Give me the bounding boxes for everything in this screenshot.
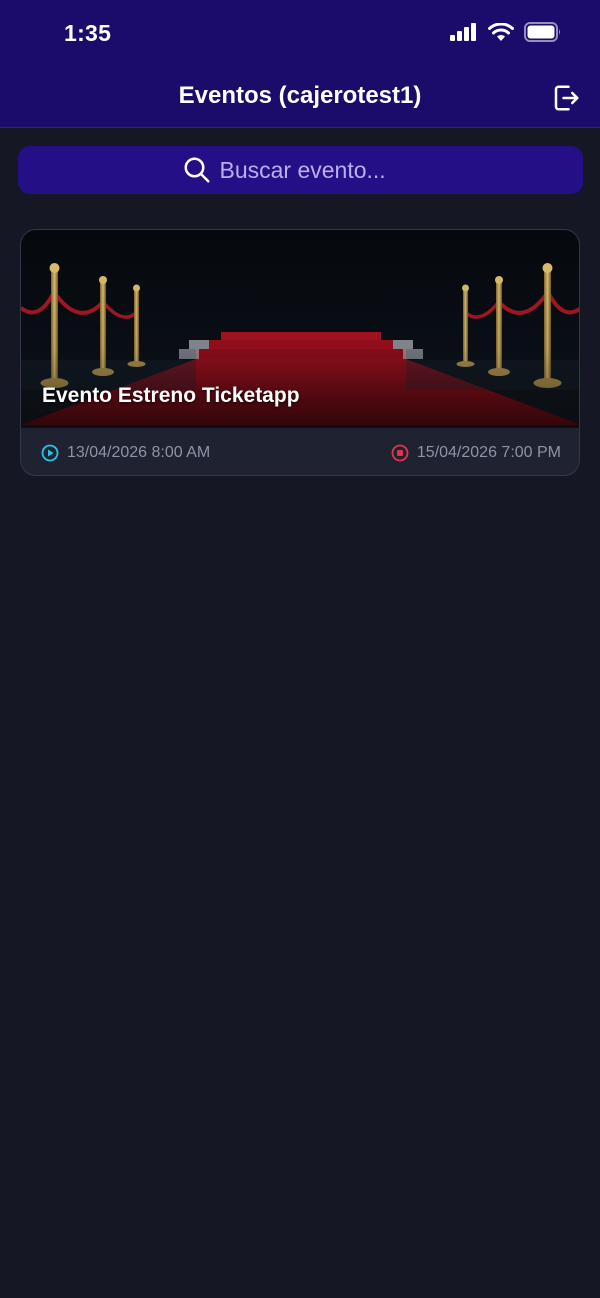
stop-circle-icon [391,444,409,461]
events-screen: 1:35 Eventos (cajerotest1) Buscar evento… [0,0,600,1298]
page-title: Eventos (cajerotest1) [178,82,422,109]
search-icon [184,157,209,183]
play-circle-icon [41,444,59,461]
event-end: 15/04/2026 7:00 PM [391,444,561,462]
logout-button[interactable] [550,82,582,114]
cellular-signal-icon [450,23,476,41]
status-icons [450,22,562,42]
wifi-icon [488,22,514,41]
event-card[interactable]: Evento Estreno Ticketapp 13/04/2026 8:00… [20,229,580,476]
app-header: 1:35 Eventos (cajerotest1) [0,0,600,128]
battery-icon [524,22,560,42]
event-start: 13/04/2026 8:00 AM [41,444,210,462]
status-time: 1:35 [64,20,112,46]
event-title: Evento Estreno Ticketapp [42,384,300,407]
search-input[interactable] [219,156,420,184]
event-start-date: 13/04/2026 8:00 AM [67,443,211,461]
event-end-date: 15/04/2026 7:00 PM [416,443,561,461]
event-dates: 13/04/2026 8:00 AM 15/04/2026 7:00 PM [21,428,579,475]
search-bar[interactable] [18,146,583,194]
logout-icon [554,85,579,111]
